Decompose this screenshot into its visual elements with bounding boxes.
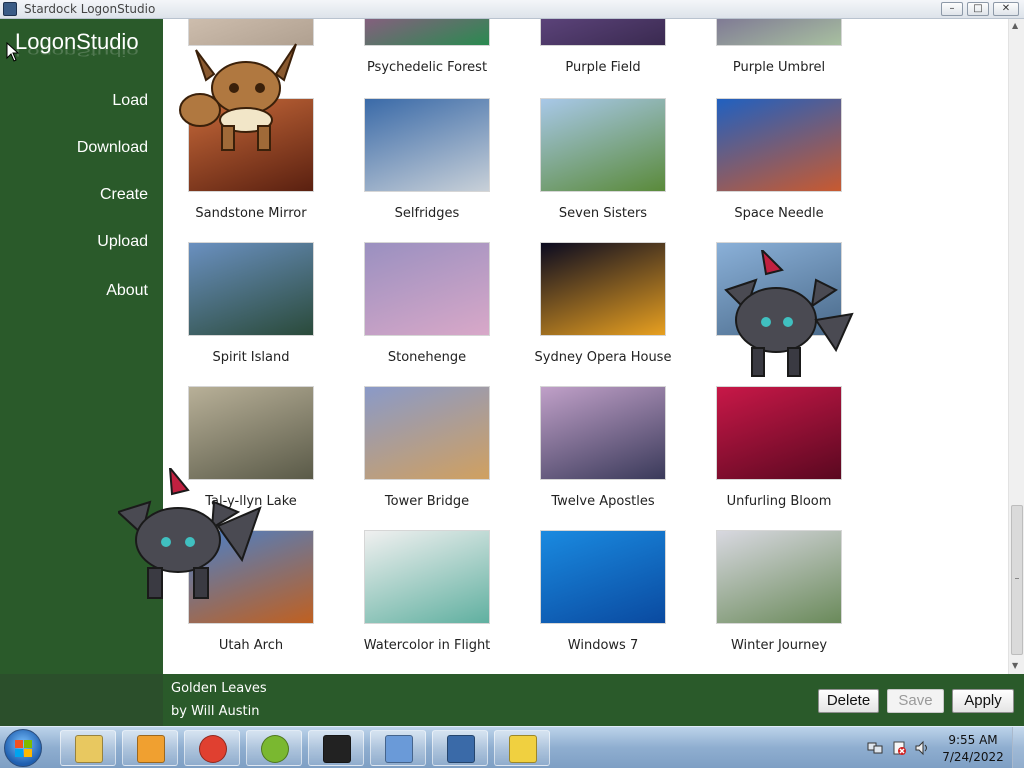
theme-tile-label: Stonehenge <box>387 350 467 365</box>
taskbar-app-button[interactable] <box>246 730 302 766</box>
delete-button[interactable]: Delete <box>818 689 879 713</box>
window-title: Stardock LogonStudio <box>24 2 156 16</box>
maximize-button[interactable]: □ <box>967 2 989 16</box>
save-button[interactable]: Save <box>887 689 944 713</box>
nav-upload[interactable]: Upload <box>97 233 148 251</box>
theme-tile[interactable]: Spirit Island <box>171 242 331 372</box>
logonstudio-icon <box>447 735 475 763</box>
theme-tile-label: Sandstone Mirror <box>195 206 307 221</box>
theme-thumbnail[interactable] <box>364 242 490 336</box>
mouse-cursor-icon <box>6 42 20 62</box>
nav-create[interactable]: Create <box>100 186 148 204</box>
chrome-icon <box>199 735 227 763</box>
selected-theme-author: by Will Austin <box>171 704 260 719</box>
theme-tile[interactable]: Windows 7 <box>523 530 683 660</box>
7zip-icon <box>323 735 351 763</box>
vertical-scrollbar[interactable]: ▲ ▼ <box>1008 19 1024 674</box>
theme-thumbnail[interactable] <box>364 386 490 480</box>
theme-thumbnail[interactable] <box>540 530 666 624</box>
theme-thumbnail[interactable] <box>364 530 490 624</box>
action-center-icon[interactable] <box>891 740 907 756</box>
taskbar-app-button[interactable] <box>122 730 178 766</box>
theme-thumbnail[interactable] <box>716 386 842 480</box>
nav-about[interactable]: About <box>106 282 148 300</box>
taskbar-app-button[interactable] <box>308 730 364 766</box>
theme-thumbnail[interactable] <box>716 19 842 46</box>
theme-thumbnail[interactable] <box>540 242 666 336</box>
minimize-button[interactable]: – <box>941 2 963 16</box>
theme-thumbnail[interactable] <box>188 242 314 336</box>
network-icon[interactable] <box>867 740 883 756</box>
windows-flag-icon <box>15 740 33 758</box>
app-green-icon <box>261 735 289 763</box>
control-panel-icon <box>385 735 413 763</box>
window-titlebar: Stardock LogonStudio – □ ✕ <box>0 0 1024 19</box>
theme-tile-label: Psychedelic Forest <box>366 60 488 75</box>
theme-thumbnail[interactable] <box>540 98 666 192</box>
theme-tile[interactable]: Purple Umbrel <box>699 19 859 82</box>
theme-tile-label: Purple Umbrel <box>732 60 826 75</box>
theme-tile-label: Space Needle <box>734 206 824 221</box>
theme-thumbnail[interactable] <box>540 386 666 480</box>
theme-tile[interactable]: Sydney Opera House <box>523 242 683 372</box>
zorua-sprite-2-icon <box>118 468 262 599</box>
nav-load[interactable]: Load <box>112 92 148 110</box>
theme-tile-label: Sydney Opera House <box>534 350 672 365</box>
theme-tile-label: Tower Bridge <box>384 494 470 509</box>
theme-tile-label: Winter Journey <box>730 638 828 653</box>
theme-tile-label: Utah Arch <box>218 638 284 653</box>
theme-thumbnail[interactable] <box>188 386 314 480</box>
media-player-icon <box>137 735 165 763</box>
scroll-down-arrow-icon[interactable]: ▼ <box>1012 661 1018 670</box>
eevee-sprite-icon <box>179 43 297 151</box>
selected-theme-name: Golden Leaves <box>171 681 267 696</box>
help-icon <box>509 735 537 763</box>
theme-thumbnail[interactable] <box>540 19 666 46</box>
show-desktop-button[interactable] <box>1012 727 1024 768</box>
theme-thumbnail[interactable] <box>364 98 490 192</box>
theme-tile[interactable]: Psychedelic Forest <box>347 19 507 82</box>
zorua-sprite-icon <box>724 250 854 377</box>
theme-tile[interactable]: Space Needle <box>699 98 859 228</box>
taskbar-app-button[interactable] <box>370 730 426 766</box>
theme-tile-label: Purple Field <box>565 60 641 75</box>
theme-tile-label: Twelve Apostles <box>551 494 655 509</box>
app-logo-reflection: LogonStudio <box>15 45 139 59</box>
theme-tile[interactable]: Twelve Apostles <box>523 386 683 516</box>
theme-tile[interactable]: Watercolor in Flight <box>347 530 507 660</box>
theme-tile-label: Spirit Island <box>212 350 290 365</box>
theme-info-bar: Golden Leaves by Will Austin Delete Save… <box>163 674 1024 726</box>
theme-tile-label: Windows 7 <box>567 638 639 653</box>
app-icon <box>3 2 17 16</box>
scroll-grip <box>1015 578 1019 579</box>
theme-tile[interactable]: Selfridges <box>347 98 507 228</box>
scroll-thumb[interactable] <box>1011 505 1023 655</box>
volume-icon[interactable] <box>914 740 930 756</box>
start-button[interactable] <box>4 729 42 767</box>
theme-tile[interactable]: Unfurling Bloom <box>699 386 859 516</box>
clock-time[interactable]: 9:55 AM <box>946 733 1000 747</box>
theme-thumbnail[interactable] <box>716 98 842 192</box>
clock-date[interactable]: 7/24/2022 <box>942 750 1004 764</box>
nav-download[interactable]: Download <box>77 139 148 157</box>
theme-tile[interactable]: Tower Bridge <box>347 386 507 516</box>
taskbar-app-button[interactable] <box>184 730 240 766</box>
theme-tile[interactable]: Seven Sisters <box>523 98 683 228</box>
taskbar-app-button[interactable] <box>60 730 116 766</box>
close-button[interactable]: ✕ <box>993 2 1019 16</box>
folder-icon <box>75 735 103 763</box>
taskbar-app-button[interactable] <box>432 730 488 766</box>
scroll-up-arrow-icon[interactable]: ▲ <box>1012 21 1018 30</box>
theme-thumbnail[interactable] <box>364 19 490 46</box>
theme-tile-label: Unfurling Bloom <box>726 494 832 509</box>
theme-tile[interactable]: Winter Journey <box>699 530 859 660</box>
apply-button[interactable]: Apply <box>952 689 1014 713</box>
theme-thumbnail[interactable] <box>716 530 842 624</box>
theme-tile-label: Watercolor in Flight <box>363 638 491 653</box>
theme-tile[interactable]: Stonehenge <box>347 242 507 372</box>
theme-tile[interactable]: Purple Field <box>523 19 683 82</box>
taskbar-app-button[interactable] <box>494 730 550 766</box>
theme-tile-label: Seven Sisters <box>558 206 648 221</box>
theme-tile-label: Selfridges <box>394 206 460 221</box>
